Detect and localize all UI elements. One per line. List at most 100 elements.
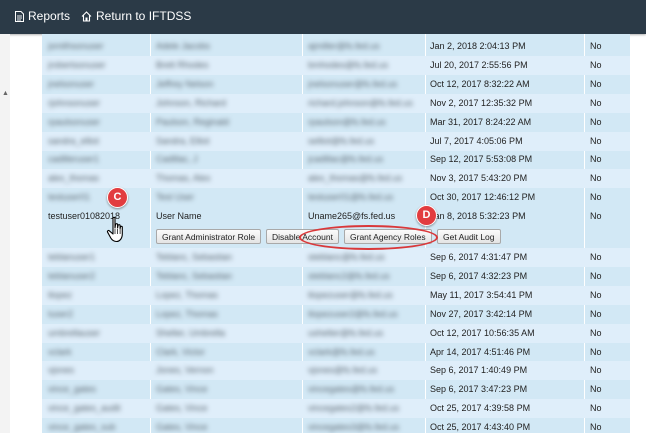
cell-email: jcadillac@fs.fed.us <box>308 154 384 165</box>
grant-administrator-role-button[interactable]: Grant Administrator Role <box>156 229 262 244</box>
cell-email: vincegates3@fs.fed.us <box>308 422 400 433</box>
table-row[interactable]: vince_gates_audit Gates, Vince vincegates2… <box>42 399 630 419</box>
page-scroll-gutter[interactable]: ▲ <box>0 34 10 433</box>
table-row[interactable]: rjohnsonuser Johnson, Richard richard.john… <box>42 93 630 113</box>
cell-name: Lopez, Thomas <box>156 308 218 319</box>
table-row[interactable]: cadilleruser1 Cadillac, J jcadillac@fs.fed… <box>42 150 630 169</box>
cell-flag: No <box>590 192 602 203</box>
reports-link[interactable]: Reports <box>15 9 70 23</box>
cell-name: Johnson, Richard <box>156 97 227 108</box>
selected-user-row[interactable]: testuser01082018 User Name Uname265@fs.fed… <box>42 207 630 226</box>
cell-user: vjones <box>48 365 75 376</box>
cell-flag: No <box>590 384 602 395</box>
cell-user: teblanuser1 <box>48 252 96 262</box>
cell-name: Clark, Victor <box>156 346 205 357</box>
cell-date: Oct 25, 2017 4:43:40 PM <box>430 422 531 433</box>
cell-user: vince_gates <box>48 384 97 395</box>
cell-user: jsmithsonuser <box>48 41 104 51</box>
cell-email: vincegates2@fs.fed.us <box>308 403 400 414</box>
cell-flag: No <box>590 403 602 414</box>
cell-flag: No <box>590 308 602 319</box>
table-row[interactable]: rpaulsonuser Paulson, Reginald rpaulson@fs… <box>42 113 630 132</box>
cell-date: Oct 12, 2017 8:32:22 AM <box>430 78 530 89</box>
document-icon <box>15 10 24 22</box>
table-row[interactable]: umbrellauser Shelter, Umbrella ushelter@fs… <box>42 323 630 343</box>
table-row[interactable]: tlopez Lopez, Thomas tlopezuser@fs.fed.us M… <box>42 285 630 305</box>
get-audit-log-button[interactable]: Get Audit Log <box>437 229 501 244</box>
table-row[interactable]: vince_gates_sub Gates, Vince vincegates3@f… <box>42 418 630 433</box>
cell-name: Paulson, Reginald <box>156 116 230 127</box>
cell-email: ajmiller@fs.fed.us <box>308 41 380 51</box>
cell-date: Sep 6, 2017 1:40:49 PM <box>430 365 528 376</box>
scroll-up-icon[interactable]: ▲ <box>2 90 9 97</box>
cell-email: Uname265@fs.fed.us <box>308 211 396 222</box>
cell-user: vince_gates_audit <box>48 403 121 414</box>
cell-user: teblanuser2 <box>48 270 96 281</box>
cell-user: vclark <box>48 346 72 357</box>
table-row[interactable]: jrobertsonuser Brett Rhodes bmhodes@fs.fed… <box>42 55 630 75</box>
cell-date: Jan 8, 2018 5:32:23 PM <box>430 211 526 222</box>
cell-flag: No <box>590 154 602 165</box>
highlight-ellipse <box>299 225 438 250</box>
table-row[interactable]: alex_thomas Thomas, Alex alex_thomas@fs.fe… <box>42 169 630 189</box>
table-row[interactable]: testuser01 Test User testuser01@fs.fed.us O… <box>42 188 630 207</box>
cell-user: rpaulsonuser <box>48 116 101 127</box>
cell-flag: No <box>590 211 602 222</box>
table-row[interactable]: teblanuser1 Teblanc, Sebastian steblanc@fs… <box>42 248 630 267</box>
cell-name: Teblanc, Sebastian <box>156 252 233 262</box>
cell-name: Jones, Vernon <box>156 365 214 376</box>
cell-flag: No <box>590 270 602 281</box>
cell-name: Test User <box>156 192 195 203</box>
cell-name: Gates, Vince <box>156 384 208 395</box>
cell-email: selliot@fs.fed.us <box>308 135 375 146</box>
cell-email: jnelsonuser@fs.fed.us <box>308 78 398 89</box>
cell-flag: No <box>590 327 602 338</box>
table-row[interactable]: jnelsonuser Jeffrey Nelson jnelsonuser@fs.… <box>42 75 630 94</box>
cell-email: steblanc2@fs.fed.us <box>308 270 390 281</box>
cell-email: testuser01@fs.fed.us <box>308 192 394 203</box>
table-row[interactable]: tuser2 Lopez, Thomas tlopezuser2@fs.fed.us… <box>42 305 630 324</box>
cell-name: Brett Rhodes <box>156 59 209 70</box>
cell-flag: No <box>590 78 602 89</box>
cell-email: ushelter@fs.fed.us <box>308 327 384 338</box>
cell-user: cadilleruser1 <box>48 154 100 165</box>
cell-user: rjohnsonuser <box>48 97 101 108</box>
hand-pointer-icon <box>106 216 123 243</box>
cell-flag: No <box>590 41 602 51</box>
cell-name: Jeffrey Nelson <box>156 78 214 89</box>
cell-user: jrobertsonuser <box>48 59 106 70</box>
cell-flag: No <box>590 135 602 146</box>
cell-flag: No <box>590 173 602 184</box>
table-row[interactable]: sandra_elliot Sandra, Elliot selliot@fs.fe… <box>42 131 630 151</box>
cell-name: Thomas, Alex <box>156 173 211 184</box>
cell-email: tlopezuser2@fs.fed.us <box>308 308 398 319</box>
cell-name: Sandra, Elliot <box>156 135 210 146</box>
cell-email: vjones@fs.fed.us <box>308 365 378 376</box>
cell-date: Jul 20, 2017 2:55:56 PM <box>430 59 528 70</box>
cell-flag: No <box>590 116 602 127</box>
table-row[interactable]: vince_gates Gates, Vince vincegates@fs.fed… <box>42 380 630 399</box>
cell-date: Oct 25, 2017 4:39:58 PM <box>430 403 531 414</box>
cell-name: Gates, Vince <box>156 403 208 414</box>
cell-user: vince_gates_sub <box>48 422 116 433</box>
table-row[interactable]: vclark Clark, Victor vclark@fs.fed.us Apr 1… <box>42 343 630 362</box>
cell-date: Mar 31, 2017 8:24:22 AM <box>430 116 532 127</box>
cell-email: rpaulson@fs.fed.us <box>308 116 386 127</box>
callout-d-badge: D <box>416 205 437 226</box>
cell-date: Sep 12, 2017 5:53:08 PM <box>430 154 533 165</box>
table-row[interactable]: vjones Jones, Vernon vjones@fs.fed.us Sep 6… <box>42 361 630 381</box>
cell-date: Oct 30, 2017 12:46:12 PM <box>430 192 536 203</box>
table-row[interactable]: teblanuser2 Teblanc, Sebastian steblanc2@f… <box>42 267 630 286</box>
cell-email: richard.johnson@fs.fed.us <box>308 97 413 108</box>
cell-email: steblanc@fs.fed.us <box>308 252 385 262</box>
cell-name: Gates, Vince <box>156 422 208 433</box>
cell-name: Teblanc, Sebastian <box>156 270 233 281</box>
cell-flag: No <box>590 252 602 262</box>
cell-user: umbrellauser <box>48 327 101 338</box>
return-to-iftdss-link[interactable]: Return to IFTDSS <box>81 9 191 23</box>
table-row[interactable]: jsmithsonuser Adele Jacobs ajmiller@fs.fed… <box>42 37 630 56</box>
cell-name: Adele Jacobs <box>156 41 211 51</box>
cell-date: Jan 2, 2018 2:04:13 PM <box>430 41 526 51</box>
cell-user: sandra_elliot <box>48 135 100 146</box>
cell-date: Nov 27, 2017 3:42:14 PM <box>430 308 533 319</box>
